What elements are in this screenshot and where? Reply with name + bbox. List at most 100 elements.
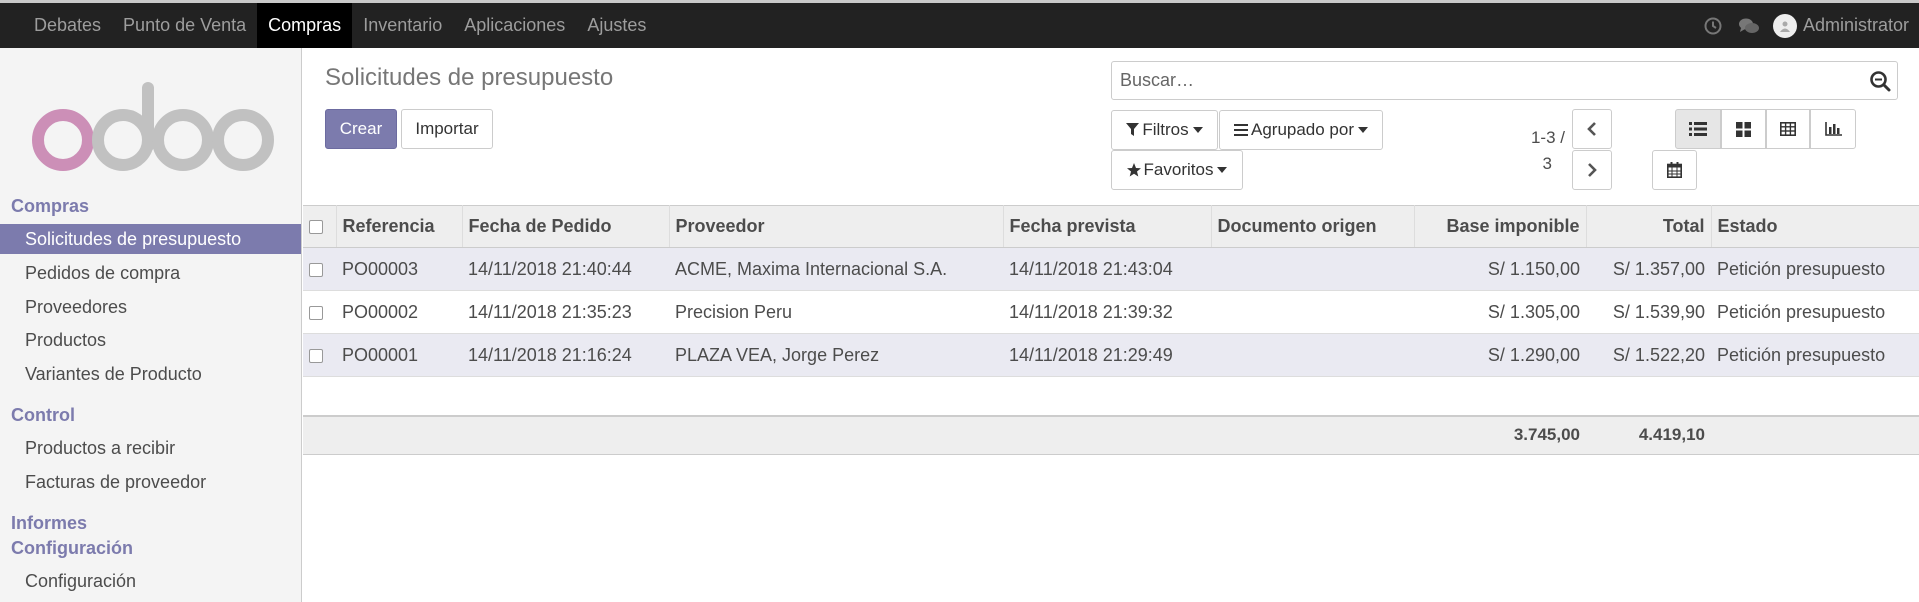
sidebar-item-solicitudes[interactable]: Solicitudes de presupuesto: [0, 224, 301, 254]
pager-previous-button[interactable]: [1572, 109, 1612, 149]
sidebar-section-informes[interactable]: Informes: [11, 513, 87, 534]
sidebar-item-productos[interactable]: Productos: [0, 325, 301, 355]
chat-icon[interactable]: [1731, 3, 1767, 48]
favorites-button[interactable]: Favoritos: [1111, 150, 1243, 190]
cell-total: S/ 1.522,20: [1586, 333, 1711, 377]
cell-base-imponible: S/ 1.150,00: [1414, 247, 1586, 291]
footer-base-imponible-total: 3.745,00: [1414, 414, 1586, 455]
graph-view-button[interactable]: [1810, 109, 1856, 149]
row-checkbox[interactable]: [303, 247, 336, 291]
row-checkbox[interactable]: [303, 333, 336, 377]
col-header-proveedor[interactable]: Proveedor: [669, 205, 1004, 248]
rfq-table: Referencia Fecha de Pedido Proveedor Fec…: [303, 205, 1919, 455]
search-box: [1111, 61, 1898, 100]
cell-proveedor: Precision Peru: [669, 290, 1003, 334]
calendar-view-button[interactable]: [1652, 150, 1697, 190]
cell-documento-origen: [1211, 247, 1414, 291]
cell-proveedor: ACME, Maxima Internacional S.A.: [669, 247, 1003, 291]
cell-documento-origen: [1211, 333, 1414, 377]
sidebar-section-control[interactable]: Control: [11, 405, 75, 426]
cell-fecha-prevista: 14/11/2018 21:29:49: [1003, 333, 1211, 377]
sidebar-item-variantes[interactable]: Variantes de Producto: [0, 359, 301, 389]
chevron-right-icon: [1588, 163, 1597, 177]
row-checkbox[interactable]: [303, 290, 336, 334]
sidebar-section-compras[interactable]: Compras: [11, 196, 89, 217]
menu-compras[interactable]: Compras: [257, 3, 353, 48]
clock-icon[interactable]: [1695, 3, 1731, 48]
table-row[interactable]: PO00001 14/11/2018 21:16:24 PLAZA VEA, J…: [303, 333, 1919, 377]
col-header-total[interactable]: Total: [1586, 205, 1712, 248]
pivot-view-button[interactable]: [1766, 109, 1810, 149]
col-header-base-imponible[interactable]: Base imponible: [1414, 205, 1587, 248]
cell-base-imponible: S/ 1.290,00: [1414, 333, 1586, 377]
sidebar-item-productos-recibir[interactable]: Productos a recibir: [0, 433, 301, 463]
table-row[interactable]: PO00002 14/11/2018 21:35:23 Precision Pe…: [303, 290, 1919, 334]
odoo-logo: [32, 82, 274, 171]
cell-referencia: PO00001: [336, 333, 462, 377]
group-by-button[interactable]: Agrupado por: [1219, 110, 1383, 150]
cell-fecha-pedido: 14/11/2018 21:16:24: [462, 333, 669, 377]
filters-button[interactable]: Filtros: [1111, 110, 1218, 150]
menu-inventario[interactable]: Inventario: [352, 3, 453, 48]
star-icon: [1126, 163, 1141, 177]
cell-fecha-prevista: 14/11/2018 21:39:32: [1003, 290, 1211, 334]
col-header-referencia[interactable]: Referencia: [336, 205, 463, 248]
list-view: Referencia Fecha de Pedido Proveedor Fec…: [303, 205, 1919, 455]
list-view-icon: [1689, 122, 1707, 136]
pivot-view-icon: [1780, 122, 1796, 136]
group-by-label: Agrupado por: [1250, 120, 1355, 139]
filter-icon: [1126, 123, 1140, 136]
cell-estado: Petición presupuesto: [1711, 247, 1919, 291]
sidebar-item-proveedores[interactable]: Proveedores: [0, 292, 301, 322]
menu-aplicaciones[interactable]: Aplicaciones: [453, 3, 576, 48]
menu-debates[interactable]: Debates: [23, 3, 112, 48]
bars-icon: [1233, 124, 1248, 136]
chevron-left-icon: [1587, 122, 1596, 136]
sidebar-item-configuracion[interactable]: Configuración: [0, 566, 301, 596]
user-name: Administrator: [1802, 15, 1909, 35]
sidebar-item-facturas[interactable]: Facturas de proveedor: [0, 467, 301, 497]
cell-fecha-prevista: 14/11/2018 21:43:04: [1003, 247, 1211, 291]
cell-referencia: PO00003: [336, 247, 462, 291]
cell-total: S/ 1.539,90: [1586, 290, 1711, 334]
sidebar: Compras Solicitudes de presupuesto Pedid…: [0, 48, 302, 602]
import-button[interactable]: Importar: [401, 109, 493, 149]
col-header-documento-origen[interactable]: Documento origen: [1211, 205, 1415, 248]
top-navbar: Debates Punto de Venta Compras Inventari…: [0, 0, 1919, 48]
cell-referencia: PO00002: [336, 290, 462, 334]
caret-down-icon: [1192, 127, 1203, 133]
user-menu[interactable]: Administrator: [1767, 13, 1919, 38]
menu-punto-de-venta[interactable]: Punto de Venta: [112, 3, 257, 48]
footer-total-sum: 4.419,10: [1586, 414, 1711, 455]
table-row[interactable]: PO00003 14/11/2018 21:40:44 ACME, Maxima…: [303, 247, 1919, 291]
cell-estado: Petición presupuesto: [1711, 290, 1919, 334]
pager-value: 1-3 / 3: [1521, 125, 1565, 177]
cell-total: S/ 1.357,00: [1586, 247, 1711, 291]
list-view-button[interactable]: [1675, 109, 1721, 149]
cell-base-imponible: S/ 1.305,00: [1414, 290, 1586, 334]
caret-down-icon: [1217, 167, 1228, 173]
menu-ajustes[interactable]: Ajustes: [576, 3, 657, 48]
pager-next-button[interactable]: [1572, 150, 1612, 190]
col-header-fecha-pedido[interactable]: Fecha de Pedido: [462, 205, 670, 248]
sidebar-section-configuracion[interactable]: Configuración: [11, 538, 133, 559]
col-header-estado[interactable]: Estado: [1711, 205, 1919, 248]
kanban-view-button[interactable]: [1721, 109, 1766, 149]
search-input[interactable]: [1112, 62, 1832, 99]
filters-label: Filtros: [1142, 120, 1189, 139]
favorites-label: Favoritos: [1143, 160, 1214, 179]
app-menu: Debates Punto de Venta Compras Inventari…: [23, 3, 657, 48]
col-header-fecha-prevista[interactable]: Fecha prevista: [1003, 205, 1212, 248]
select-all-checkbox[interactable]: [303, 205, 337, 248]
create-button[interactable]: Crear: [325, 109, 397, 149]
calendar-view-icon: [1667, 162, 1682, 178]
search-icon[interactable]: [1869, 70, 1891, 97]
cell-proveedor: PLAZA VEA, Jorge Perez: [669, 333, 1003, 377]
sidebar-item-pedidos[interactable]: Pedidos de compra: [0, 258, 301, 288]
cell-documento-origen: [1211, 290, 1414, 334]
avatar: [1772, 13, 1797, 38]
graph-view-icon: [1824, 122, 1842, 136]
empty-row: [303, 376, 1919, 416]
pager-total: 3: [1542, 154, 1552, 173]
table-footer-totals: 3.745,00 4.419,10: [303, 414, 1919, 455]
